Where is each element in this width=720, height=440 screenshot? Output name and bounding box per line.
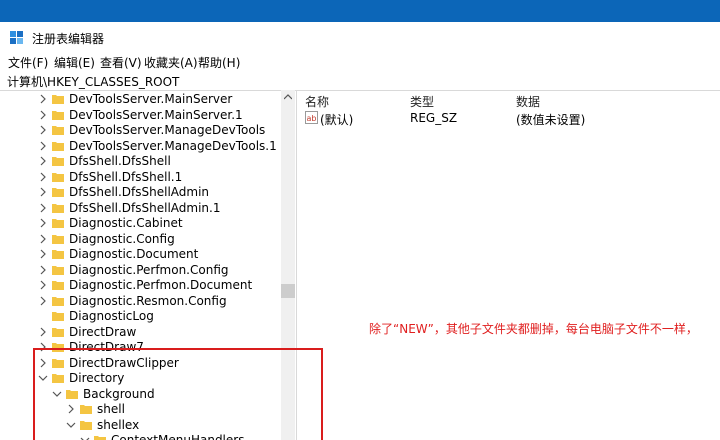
folder-icon xyxy=(52,141,64,151)
folder-icon xyxy=(52,203,64,213)
tree-node[interactable]: DevToolsServer.ManageDevTools.1 xyxy=(6,139,286,154)
menu-bar: 文件(F) 编辑(E) 查看(V) 收藏夹(A) 帮助(H) xyxy=(0,52,720,72)
tree-node-label: DfsShell.DfsShellAdmin xyxy=(69,185,210,199)
chevron-right-icon[interactable] xyxy=(38,172,48,182)
chevron-right-icon[interactable] xyxy=(38,125,48,135)
tree-node[interactable]: DiagnosticLog xyxy=(6,309,286,324)
folder-icon xyxy=(52,281,64,290)
regedit-icon xyxy=(10,31,23,44)
folder-icon xyxy=(52,234,64,244)
tree-node[interactable]: Diagnostic.Resmon.Config xyxy=(6,294,286,309)
chevron-right-icon[interactable] xyxy=(38,280,48,290)
tree-node[interactable]: DfsShell.DfsShell.1 xyxy=(6,170,286,185)
tree-node-label: Diagnostic.Config xyxy=(69,231,175,246)
value-type: REG_SZ xyxy=(410,111,458,125)
folder-icon xyxy=(52,157,64,166)
menu-view[interactable]: 查看(V) xyxy=(100,54,142,71)
chevron-right-icon[interactable] xyxy=(38,327,48,337)
svg-text:ab: ab xyxy=(307,114,317,123)
column-header-name[interactable]: 名称 xyxy=(305,93,329,110)
menu-edit[interactable]: 编辑(E) xyxy=(54,54,95,71)
highlight-box xyxy=(33,348,323,440)
tree-node-label: Diagnostic.Document xyxy=(69,247,199,261)
chevron-right-icon[interactable] xyxy=(38,265,48,275)
address-path[interactable]: 计算机\HKEY_CLASSES_ROOT xyxy=(7,73,179,90)
tree-node[interactable]: DirectDraw xyxy=(6,325,286,340)
chevron-right-icon[interactable] xyxy=(38,141,48,151)
tree-node-label: Diagnostic.Perfmon.Document xyxy=(69,278,253,292)
chevron-right-icon[interactable] xyxy=(38,296,48,306)
annotation-note: 除了“NEW”，其他子文件夹都删掉，每台电脑子文件不一样， xyxy=(369,322,698,336)
address-bar[interactable]: 计算机\HKEY_CLASSES_ROOT xyxy=(0,72,720,91)
scroll-up-icon[interactable] xyxy=(284,94,292,100)
tree-node-label: DirectDraw xyxy=(69,324,137,339)
tree-node-label: DfsShell.DfsShellAdmin.1 xyxy=(69,200,221,215)
column-header-data[interactable]: 数据 xyxy=(516,93,540,110)
chevron-right-icon[interactable] xyxy=(38,94,48,104)
value-list: 名称 类型 数据 ab (默认) REG_SZ (数值未设置) xyxy=(300,90,720,440)
tree-node-label: DevToolsServer.ManageDevTools xyxy=(69,123,266,137)
tree-node[interactable]: DevToolsServer.ManageDevTools xyxy=(6,123,286,138)
tree-node-label: DfsShell.DfsShell xyxy=(69,154,171,168)
folder-icon xyxy=(52,250,64,259)
menu-help[interactable]: 帮助(H) xyxy=(198,54,240,71)
tree-node[interactable]: DfsShell.DfsShellAdmin.1 xyxy=(6,201,286,216)
chevron-right-icon[interactable] xyxy=(38,156,48,166)
folder-icon xyxy=(52,110,64,120)
tree-node[interactable]: Diagnostic.Perfmon.Document xyxy=(6,278,286,293)
value-name[interactable]: (默认) xyxy=(320,111,353,128)
tree-node-label: Diagnostic.Perfmon.Config xyxy=(69,262,229,277)
title-bar: 注册表编辑器 xyxy=(0,22,720,52)
tree-node-label: DevToolsServer.ManageDevTools.1 xyxy=(69,138,277,153)
tree-node-label: Diagnostic.Cabinet xyxy=(69,216,183,230)
folder-icon xyxy=(52,265,64,275)
tree-node[interactable]: DevToolsServer.MainServer.1 xyxy=(6,108,286,123)
tree-node[interactable]: Diagnostic.Cabinet xyxy=(6,216,286,231)
tree-node[interactable]: DfsShell.DfsShellAdmin xyxy=(6,185,286,200)
tree-node[interactable]: DfsShell.DfsShell xyxy=(6,154,286,169)
folder-icon xyxy=(52,219,64,228)
scroll-thumb[interactable] xyxy=(281,284,295,298)
window-title: 注册表编辑器 xyxy=(32,32,105,46)
menu-file[interactable]: 文件(F) xyxy=(8,54,48,71)
column-header-type[interactable]: 类型 xyxy=(410,93,434,110)
folder-icon xyxy=(52,172,64,182)
chevron-right-icon[interactable] xyxy=(38,249,48,259)
tree-node-label: DfsShell.DfsShell.1 xyxy=(69,169,183,184)
folder-icon xyxy=(52,188,64,197)
string-value-icon: ab xyxy=(305,111,318,124)
folder-icon xyxy=(52,126,64,135)
tree-node[interactable]: Diagnostic.Document xyxy=(6,247,286,262)
folder-icon xyxy=(52,296,64,306)
folder-icon xyxy=(52,312,64,321)
tree-node[interactable]: Diagnostic.Perfmon.Config xyxy=(6,263,286,278)
tree-node-label: DevToolsServer.MainServer.1 xyxy=(69,107,243,122)
tree-node[interactable]: Diagnostic.Config xyxy=(6,232,286,247)
chevron-right-icon[interactable] xyxy=(38,218,48,228)
chevron-right-icon[interactable] xyxy=(38,234,48,244)
folder-icon xyxy=(52,95,64,104)
chevron-right-icon[interactable] xyxy=(38,203,48,213)
tree-node-label: Diagnostic.Resmon.Config xyxy=(69,293,227,308)
chevron-right-icon[interactable] xyxy=(38,187,48,197)
tree-node[interactable]: DevToolsServer.MainServer xyxy=(6,92,286,107)
menu-favorites[interactable]: 收藏夹(A) xyxy=(144,54,198,71)
tree-node-label: DiagnosticLog xyxy=(69,309,154,323)
tree-node-label: DevToolsServer.MainServer xyxy=(69,92,233,106)
chevron-right-icon[interactable] xyxy=(38,110,48,120)
folder-icon xyxy=(52,327,64,337)
value-data: (数值未设置) xyxy=(516,113,586,127)
